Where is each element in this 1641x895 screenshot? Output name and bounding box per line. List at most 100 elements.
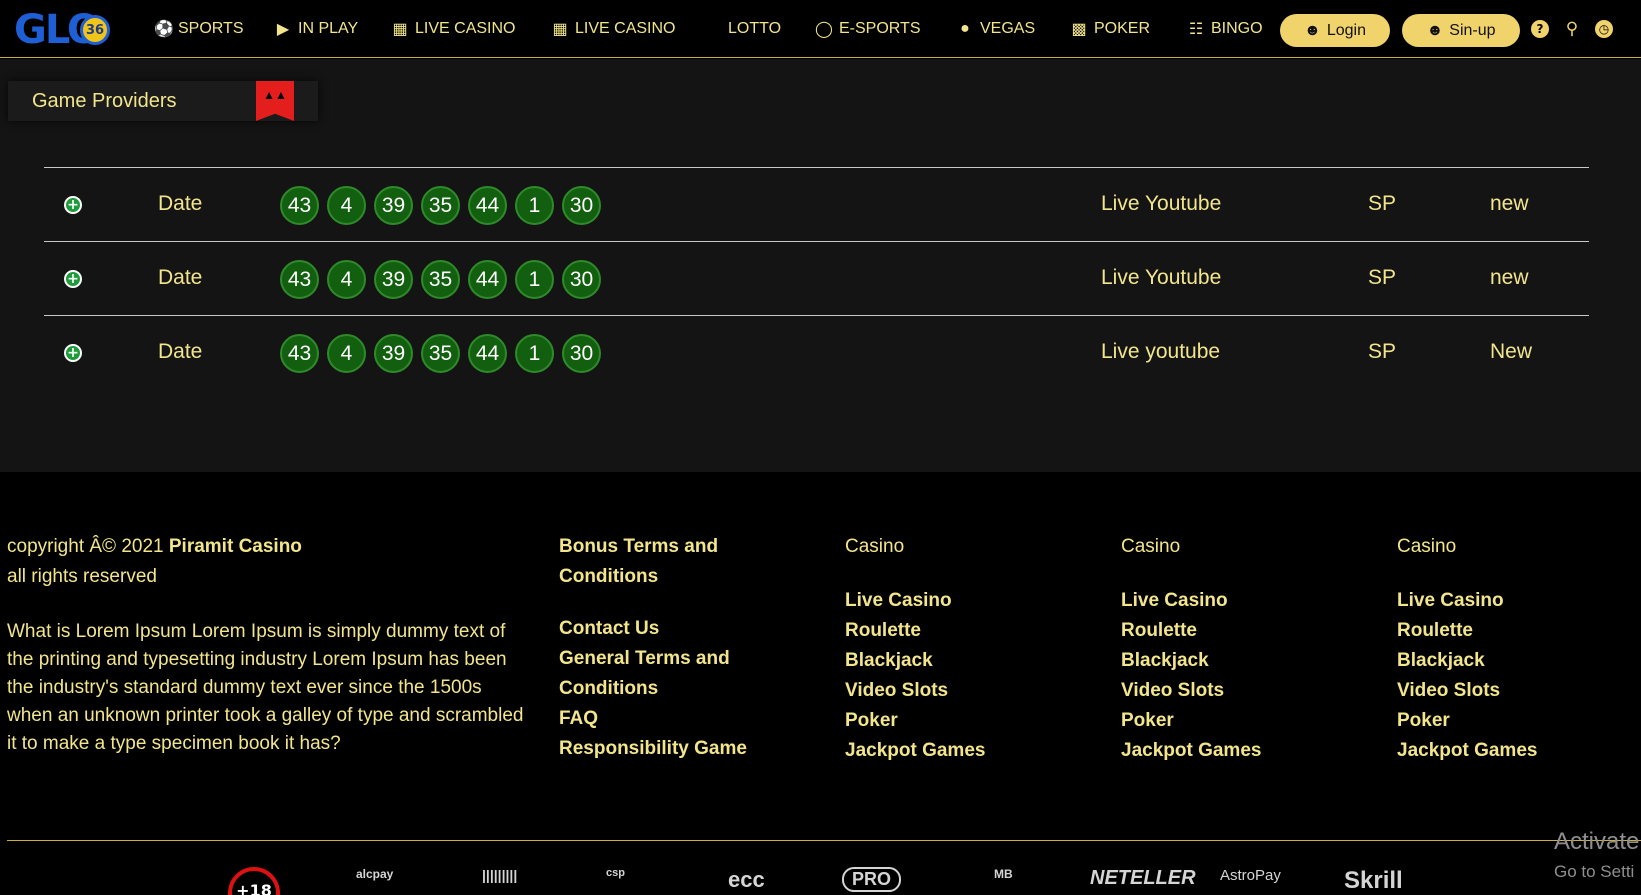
rights-text: all rights reserved xyxy=(7,566,157,587)
casino-link[interactable]: Roulette xyxy=(1397,616,1627,646)
casino-link[interactable]: Blackjack xyxy=(845,646,1075,676)
casino-link[interactable]: Roulette xyxy=(1121,616,1351,646)
calculator-icon: ▦ xyxy=(392,21,408,38)
site-footer: copyright Â© 2021 Piramit Casino all rig… xyxy=(0,472,1641,895)
expand-plus-icon[interactable]: + xyxy=(64,344,82,362)
nav-live-casino-1[interactable]: ▦ LIVE CASINO xyxy=(391,18,515,40)
casino-link[interactable]: Live Casino xyxy=(1121,586,1351,616)
casino-link[interactable]: Poker xyxy=(845,706,1075,736)
nav-vegas[interactable]: ● VEGAS xyxy=(956,18,1035,40)
game-providers-panel[interactable]: Game Providers ▲▲ xyxy=(8,81,318,121)
help-icon[interactable]: ? xyxy=(1530,19,1550,39)
nav-label: POKER xyxy=(1094,20,1151,37)
results-table: + Date 43 4 39 35 44 1 30 Live Youtube S… xyxy=(44,167,1589,390)
live-youtube-link[interactable]: Live Youtube xyxy=(1101,266,1221,290)
nav-sports[interactable]: ⚽ SPORTS xyxy=(154,18,244,40)
row-code: SP xyxy=(1368,266,1397,289)
expand-plus-icon[interactable]: + xyxy=(64,196,82,214)
number-ball: 30 xyxy=(562,334,601,373)
responsibility-game-link[interactable]: Responsibility Game xyxy=(559,734,809,764)
csp-logo: csp xyxy=(606,867,625,879)
number-ball: 30 xyxy=(562,260,601,299)
expand-plus-icon[interactable]: + xyxy=(64,270,82,288)
neteller-logo: NETELLER xyxy=(1090,867,1196,889)
general-terms-link[interactable]: General Terms and Conditions xyxy=(559,644,809,704)
casino-link[interactable]: Blackjack xyxy=(1121,646,1351,676)
number-ball: 35 xyxy=(421,334,460,373)
login-label: Login xyxy=(1326,21,1366,39)
number-ball: 43 xyxy=(280,186,319,225)
casino-link[interactable]: Jackpot Games xyxy=(1121,736,1351,766)
number-ball: 39 xyxy=(374,260,413,299)
number-ball: 43 xyxy=(280,260,319,299)
number-ball: 1 xyxy=(515,186,554,225)
top-navbar: GLO 36 ⚽ SPORTS ▶ IN PLAY ▦ LIVE CASINO … xyxy=(0,0,1641,58)
volleyball-icon: ⚽ xyxy=(154,21,174,38)
casino-link[interactable]: Video Slots xyxy=(1397,676,1627,706)
number-ball: 39 xyxy=(374,334,413,373)
nav-lotto[interactable]: LOTTO xyxy=(728,18,781,40)
providers-flag-icon: ▲▲ xyxy=(256,81,294,121)
nav-label: BINGO xyxy=(1211,20,1263,37)
nav-poker[interactable]: ▩ POKER xyxy=(1070,18,1150,40)
nav-in-play[interactable]: ▶ IN PLAY xyxy=(274,18,358,40)
signup-button[interactable]: ☻ Sin-up xyxy=(1402,14,1520,47)
nav-label: SPORTS xyxy=(178,20,244,37)
casino-link[interactable]: Poker xyxy=(1121,706,1351,736)
casino-link[interactable]: Poker xyxy=(1397,706,1627,736)
casino-link[interactable]: Video Slots xyxy=(845,676,1075,706)
number-ball: 1 xyxy=(515,334,554,373)
user-plus-icon: ☻ xyxy=(1426,21,1444,39)
calculator-icon: ▦ xyxy=(552,21,568,38)
row-status: New xyxy=(1490,340,1533,363)
number-balls: 43 4 39 35 44 1 30 xyxy=(280,334,601,373)
casino-link[interactable]: Jackpot Games xyxy=(1397,736,1627,766)
nav-label: LOTTO xyxy=(728,20,782,37)
number-ball: 44 xyxy=(468,260,507,299)
pro-logo: PRO xyxy=(842,867,902,892)
number-ball: 30 xyxy=(562,186,601,225)
casino-link[interactable]: Video Slots xyxy=(1121,676,1351,706)
copyright-line: copyright Â© 2021 Piramit Casino xyxy=(7,532,527,562)
faq-link[interactable]: FAQ xyxy=(559,704,809,734)
user-plus-icon: ☻ xyxy=(1304,21,1321,39)
signup-label: Sin-up xyxy=(1449,21,1496,39)
casino-column-1: Casino Live Casino Roulette Blackjack Vi… xyxy=(845,532,1075,766)
bonus-terms-link[interactable]: Bonus Terms and Conditions xyxy=(559,532,809,592)
live-youtube-link[interactable]: Live Youtube xyxy=(1101,192,1221,216)
casino-link[interactable]: Roulette xyxy=(845,616,1075,646)
number-ball: 44 xyxy=(468,186,507,225)
nav-label: LIVE CASINO xyxy=(575,20,676,37)
binoculars-icon: ☷ xyxy=(1188,21,1204,38)
logo-badge: 36 xyxy=(80,15,110,45)
number-balls: 43 4 39 35 44 1 30 xyxy=(280,260,601,299)
payment-logos-strip: +18 alcpay ||||||||| csp ecc PRO MB NETE… xyxy=(0,867,1641,895)
casino-column-heading: Casino xyxy=(1121,536,1181,557)
site-logo[interactable]: GLO 36 xyxy=(14,8,114,52)
casino-link[interactable]: Jackpot Games xyxy=(845,736,1075,766)
nav-bingo[interactable]: ☷ BINGO xyxy=(1187,18,1263,40)
number-ball: 4 xyxy=(327,334,366,373)
number-ball: 1 xyxy=(515,260,554,299)
nav-live-casino-2[interactable]: ▦ LIVE CASINO xyxy=(551,18,675,40)
search-icon[interactable]: ⚲ xyxy=(1562,19,1582,39)
live-youtube-link[interactable]: Live youtube xyxy=(1101,340,1220,364)
row-status: new xyxy=(1490,192,1529,215)
number-ball: 35 xyxy=(421,260,460,299)
nav-label: IN PLAY xyxy=(298,20,359,37)
casino-link[interactable]: Blackjack xyxy=(1397,646,1627,676)
number-ball: 39 xyxy=(374,186,413,225)
casino-link[interactable]: Live Casino xyxy=(845,586,1075,616)
casino-link[interactable]: Live Casino xyxy=(1397,586,1627,616)
table-row: + Date 43 4 39 35 44 1 30 Live Youtube S… xyxy=(44,242,1589,316)
age-18-badge: +18 xyxy=(228,867,280,895)
row-date: Date xyxy=(158,192,203,215)
nav-label: VEGAS xyxy=(980,20,1036,37)
casino-column-heading: Casino xyxy=(845,536,905,557)
table-row: + Date 43 4 39 35 44 1 30 Live Youtube S… xyxy=(44,168,1589,242)
nav-e-sports[interactable]: ◯ E-SPORTS xyxy=(815,18,920,40)
clock-icon[interactable]: ◷ xyxy=(1594,19,1614,39)
login-button[interactable]: ☻ Login xyxy=(1280,14,1390,47)
contact-us-link[interactable]: Contact Us xyxy=(559,614,809,644)
row-status: new xyxy=(1490,266,1529,289)
